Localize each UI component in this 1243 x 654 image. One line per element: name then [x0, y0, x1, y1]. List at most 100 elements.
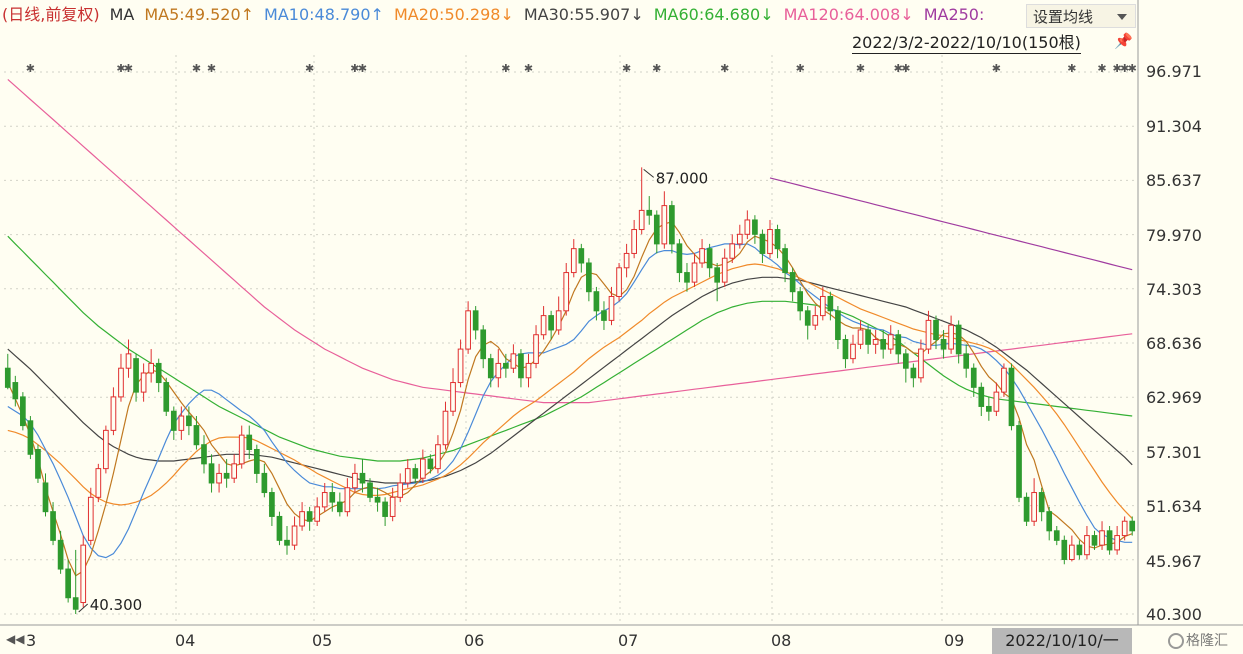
candle[interactable] [963, 344, 970, 378]
candle[interactable] [1084, 526, 1090, 560]
candle[interactable] [925, 310, 932, 354]
candle[interactable] [163, 377, 170, 417]
candle[interactable] [653, 210, 660, 254]
candle[interactable] [918, 339, 924, 383]
candle[interactable] [269, 487, 275, 527]
candle[interactable] [503, 353, 509, 378]
candle[interactable] [774, 224, 781, 259]
candle[interactable] [586, 258, 592, 302]
candle[interactable] [978, 382, 985, 417]
candle[interactable] [797, 286, 804, 321]
candle[interactable] [880, 329, 887, 359]
candle[interactable] [50, 502, 56, 546]
candle[interactable] [306, 506, 313, 531]
candle[interactable] [404, 459, 411, 488]
candle[interactable] [253, 444, 260, 483]
pin-icon[interactable]: 📌 [1114, 32, 1133, 50]
candle[interactable] [729, 234, 736, 264]
candle[interactable] [133, 353, 139, 402]
candle[interactable] [95, 463, 102, 503]
candle[interactable] [744, 210, 751, 240]
candle[interactable] [1069, 535, 1075, 562]
candle[interactable] [397, 473, 404, 503]
candle[interactable] [887, 325, 894, 354]
candle[interactable] [608, 286, 615, 326]
candle[interactable] [1061, 535, 1068, 565]
candle[interactable] [457, 339, 464, 388]
candle[interactable] [442, 401, 449, 450]
candle[interactable] [593, 286, 600, 321]
candle[interactable] [216, 463, 222, 493]
candle[interactable] [238, 425, 245, 469]
candle[interactable] [993, 382, 1000, 417]
candle[interactable] [940, 329, 947, 359]
candle[interactable] [57, 530, 64, 574]
candle[interactable] [80, 535, 87, 608]
candle[interactable] [518, 349, 524, 388]
candle[interactable] [359, 459, 366, 493]
candle[interactable] [27, 416, 34, 460]
candle[interactable] [435, 435, 441, 474]
candle[interactable] [155, 358, 162, 393]
candle[interactable] [563, 263, 570, 316]
candle[interactable] [1008, 363, 1015, 431]
candle[interactable] [759, 229, 766, 264]
candle[interactable] [691, 253, 698, 287]
candle[interactable] [336, 492, 343, 517]
candle[interactable] [65, 559, 71, 603]
candle[interactable] [1114, 526, 1120, 555]
candle[interactable] [789, 267, 796, 302]
candle[interactable] [540, 306, 547, 340]
candle[interactable] [570, 239, 577, 278]
candle[interactable] [631, 219, 637, 259]
candle[interactable] [118, 353, 124, 402]
candle[interactable] [986, 396, 992, 421]
candle[interactable] [872, 329, 879, 354]
candle[interactable] [20, 392, 26, 431]
candle[interactable] [933, 315, 939, 350]
candle[interactable] [721, 248, 728, 287]
candle[interactable] [314, 497, 321, 527]
candle[interactable] [4, 353, 11, 390]
candle[interactable] [676, 239, 683, 283]
candle[interactable] [555, 296, 562, 335]
candle[interactable] [1129, 516, 1136, 536]
candle[interactable] [616, 263, 622, 302]
candle[interactable] [842, 334, 849, 369]
candle[interactable] [201, 435, 207, 474]
candle[interactable] [895, 329, 902, 364]
candle[interactable] [1053, 526, 1060, 546]
candle[interactable] [1001, 363, 1007, 397]
candle[interactable] [140, 363, 147, 402]
candle[interactable] [193, 416, 200, 450]
candle[interactable] [578, 243, 585, 273]
candle[interactable] [699, 239, 705, 268]
candle[interactable] [638, 167, 645, 235]
candle[interactable] [706, 243, 713, 278]
candle[interactable] [344, 478, 351, 517]
candle[interactable] [623, 243, 630, 278]
candle[interactable] [487, 353, 494, 388]
candle[interactable] [661, 191, 668, 249]
candle[interactable] [767, 219, 773, 259]
candle[interactable] [902, 349, 909, 383]
candle[interactable] [1121, 516, 1128, 541]
candle[interactable] [231, 454, 238, 483]
candle[interactable] [955, 320, 962, 364]
candle[interactable] [525, 353, 532, 388]
candle[interactable] [1076, 540, 1083, 560]
candle[interactable] [752, 215, 758, 244]
candle[interactable] [87, 487, 94, 546]
candle[interactable] [1046, 506, 1053, 541]
scroll-left-icon[interactable]: ◀◀ [6, 632, 24, 646]
candle[interactable] [125, 339, 132, 378]
candle[interactable] [276, 511, 283, 546]
candle[interactable] [284, 526, 290, 555]
candle[interactable] [1106, 526, 1113, 555]
candle[interactable] [850, 334, 856, 364]
candle[interactable] [533, 325, 539, 369]
candle[interactable] [1031, 478, 1037, 527]
candle[interactable] [510, 344, 517, 373]
candle[interactable] [465, 301, 471, 354]
candle[interactable] [420, 449, 426, 483]
